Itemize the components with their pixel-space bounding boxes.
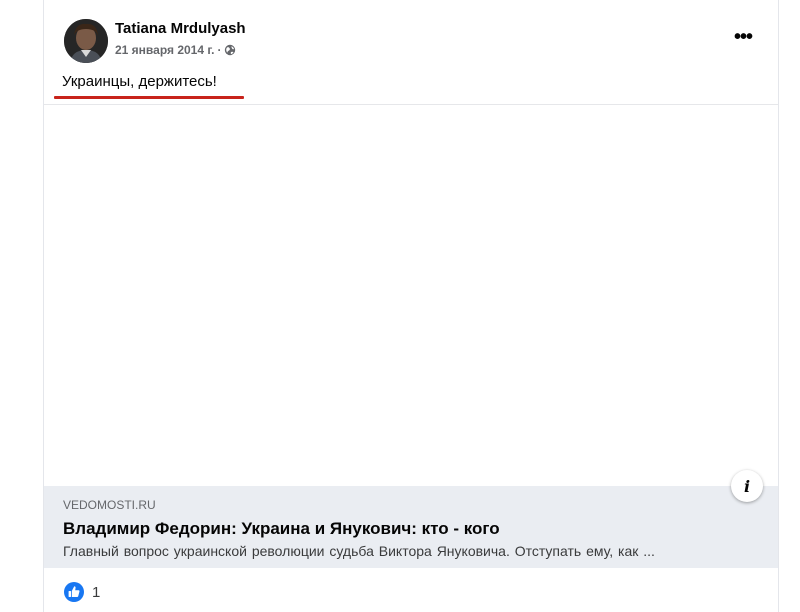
page: Tatiana Mrdulyash 21 января 2014 г. · ••… bbox=[0, 0, 800, 612]
like-icon bbox=[64, 582, 84, 602]
link-domain: VEDOMOSTI.RU bbox=[63, 498, 156, 512]
link-preview[interactable]: VEDOMOSTI.RU Владимир Федорин: Украина и… bbox=[44, 486, 778, 568]
info-icon-glyph: i bbox=[743, 476, 751, 496]
meta-separator: · bbox=[217, 43, 222, 57]
post-meta: 21 января 2014 г. · bbox=[115, 43, 236, 57]
link-preview-image[interactable] bbox=[44, 105, 778, 486]
post-header: Tatiana Mrdulyash 21 января 2014 г. · ••… bbox=[64, 17, 758, 67]
globe-icon[interactable] bbox=[224, 44, 236, 56]
avatar-image bbox=[64, 19, 108, 63]
post-text: Украинцы, держитесь! bbox=[62, 73, 217, 90]
link-title: Владимир Федорин: Украина и Янукович: кт… bbox=[63, 519, 500, 538]
text-underline-annotation bbox=[54, 96, 244, 99]
avatar[interactable] bbox=[64, 19, 108, 63]
post-date[interactable]: 21 января 2014 г. bbox=[115, 43, 215, 57]
author-name[interactable]: Tatiana Mrdulyash bbox=[115, 20, 246, 37]
reaction-count: 1 bbox=[92, 583, 101, 601]
more-horizontal-icon: ••• bbox=[733, 25, 753, 48]
reactions-summary[interactable]: 1 bbox=[64, 580, 100, 604]
link-description: Главный вопрос украинской революции судь… bbox=[63, 543, 655, 559]
info-icon[interactable]: i bbox=[731, 470, 763, 502]
more-options-button[interactable]: ••• bbox=[728, 25, 758, 49]
post-card: Tatiana Mrdulyash 21 января 2014 г. · ••… bbox=[43, 0, 779, 612]
